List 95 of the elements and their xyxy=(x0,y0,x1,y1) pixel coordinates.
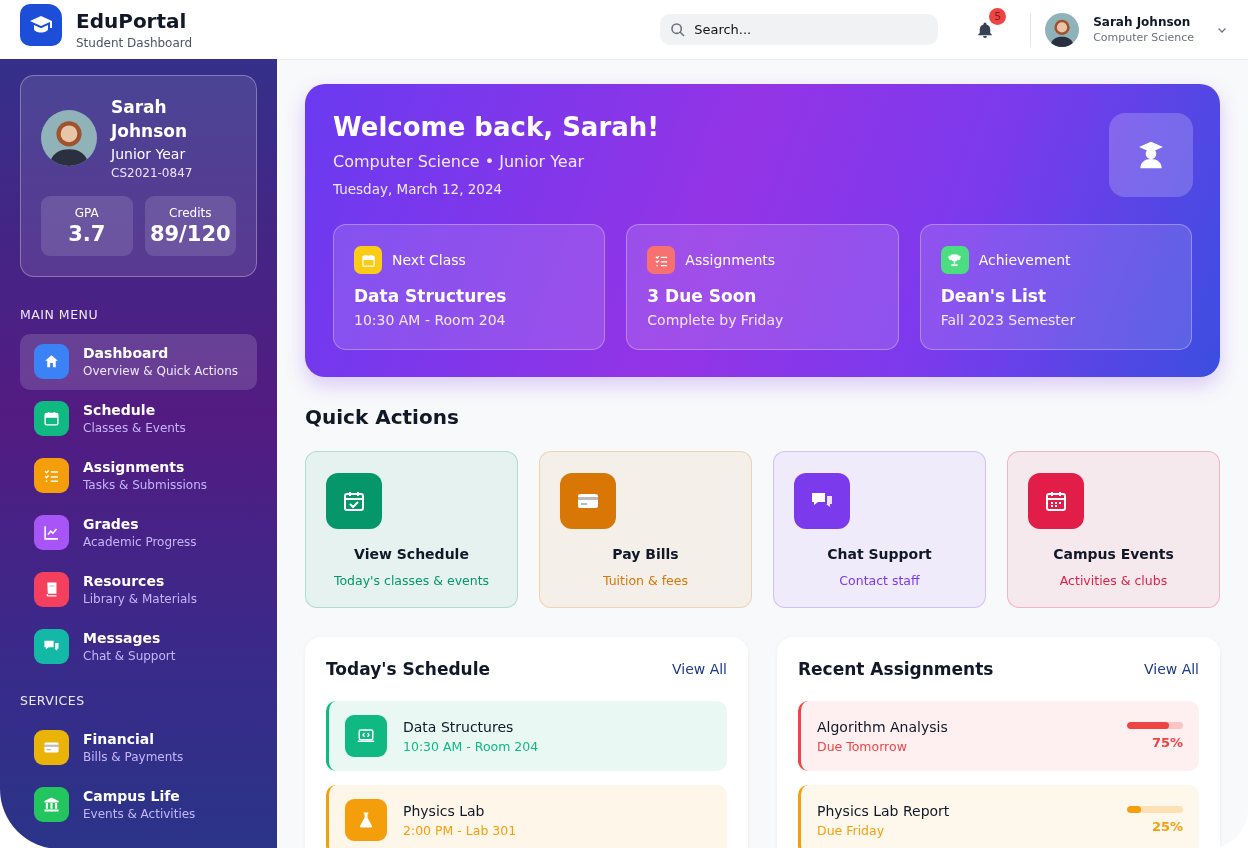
profile-name: Sarah Johnson xyxy=(111,96,189,143)
nav-item[interactable]: Financial Bills & Payments xyxy=(20,719,257,776)
welcome-title: Welcome back, Sarah! xyxy=(333,112,661,142)
panel-title: Today's Schedule xyxy=(326,659,491,679)
nav-item[interactable]: Resources Library & Materials xyxy=(20,561,257,618)
nav-subtitle: Academic Progress xyxy=(83,535,197,550)
action-subtitle: Today's classes & events xyxy=(332,573,491,588)
trophy-icon xyxy=(947,252,963,268)
action-subtitle: Contact staff xyxy=(838,573,921,588)
building-icon xyxy=(43,796,60,814)
schedule-item[interactable]: Data Structures 10:30 AM - Room 204 xyxy=(326,701,727,771)
nav-title: Dashboard xyxy=(83,345,170,362)
search-icon xyxy=(670,21,687,38)
view-all-link[interactable]: View All xyxy=(671,661,727,677)
card-label: Achievement xyxy=(978,252,1071,268)
notification-badge: 5 xyxy=(989,7,1007,25)
nav-subtitle: Overview & Quick Actions xyxy=(83,364,239,379)
laptop-icon xyxy=(357,727,375,745)
card-subtitle: Complete by Friday xyxy=(647,312,785,328)
quick-action-card[interactable]: Chat Support Contact staff xyxy=(773,451,986,608)
nav-item[interactable]: Dashboard Overview & Quick Actions xyxy=(20,333,257,390)
section-heading: SERVICES xyxy=(20,692,86,708)
calendar-icon xyxy=(360,252,376,268)
profile-year: Junior Year xyxy=(111,145,187,162)
assignment-title: Algorithm Analysis xyxy=(817,718,948,735)
card-subtitle: Fall 2023 Semester xyxy=(940,312,1077,328)
quick-action-card[interactable]: View Schedule Today's classes & events xyxy=(305,451,518,608)
class-title: Physics Lab xyxy=(403,802,486,819)
user-subtitle: Computer Science xyxy=(1093,31,1194,44)
card-title: 3 Due Soon xyxy=(647,286,758,306)
nav-subtitle: Classes & Events xyxy=(83,421,186,436)
card-label: Next Class xyxy=(392,252,466,268)
avatar xyxy=(1045,12,1080,47)
action-title: View Schedule xyxy=(353,546,470,562)
nav-title: Grades xyxy=(83,516,140,533)
action-title: Chat Support xyxy=(826,546,933,562)
due-date: Due Tomorrow xyxy=(817,738,908,754)
welcome-date: Tuesday, March 12, 2024 xyxy=(333,181,504,197)
class-title: Data Structures xyxy=(403,718,515,735)
assignment-title: Physics Lab Report xyxy=(817,802,950,819)
checklist-icon xyxy=(43,467,60,485)
nav-title: Financial xyxy=(83,731,156,748)
due-date: Due Friday xyxy=(817,822,886,838)
action-title: Campus Events xyxy=(1052,546,1175,562)
quick-action-card[interactable]: Campus Events Activities & clubs xyxy=(1007,451,1220,608)
calendar-icon xyxy=(1044,489,1068,513)
nav-subtitle: Library & Materials xyxy=(83,592,197,607)
calendar-icon xyxy=(43,410,60,428)
action-subtitle: Activities & clubs xyxy=(1058,573,1169,588)
search-field[interactable]: Search... xyxy=(660,14,939,45)
quick-action-card[interactable]: Pay Bills Tuition & fees xyxy=(539,451,752,608)
action-title: Pay Bills xyxy=(611,546,680,562)
nav-subtitle: Events & Activities xyxy=(83,807,196,822)
stat-value: 3.7 xyxy=(67,221,107,246)
nav-item[interactable]: Grades Academic Progress xyxy=(20,504,257,561)
nav-item[interactable]: Assignments Tasks & Submissions xyxy=(20,447,257,504)
stat-label: Credits xyxy=(168,205,213,220)
progress-percent: 75% xyxy=(1151,735,1183,750)
nav-item[interactable]: Schedule Classes & Events xyxy=(20,390,257,447)
calendar-check-icon xyxy=(342,489,366,513)
view-all-link[interactable]: View All xyxy=(1143,661,1199,677)
assignment-item[interactable]: Algorithm Analysis Due Tomorrow 75% xyxy=(798,701,1199,771)
class-time: 10:30 AM - Room 204 xyxy=(403,738,539,754)
flask-icon xyxy=(357,811,375,829)
nav-title: Assignments xyxy=(83,459,186,476)
schedule-item[interactable]: Physics Lab 2:00 PM - Lab 301 xyxy=(326,785,727,848)
user-name: Sarah Johnson xyxy=(1093,15,1192,29)
card-title: Data Structures xyxy=(354,286,508,306)
card-subtitle: 10:30 AM - Room 204 xyxy=(354,312,507,328)
welcome-subtitle: Computer Science • Junior Year xyxy=(333,152,586,171)
bell-icon[interactable] xyxy=(976,20,995,39)
section-title: Quick Actions xyxy=(305,405,460,429)
action-subtitle: Tuition & fees xyxy=(601,573,690,588)
nav-title: Campus Life xyxy=(83,788,181,805)
assignment-item[interactable]: Physics Lab Report Due Friday 25% xyxy=(798,785,1199,848)
panel-title: Recent Assignments xyxy=(798,659,994,679)
nav-subtitle: Chat & Support xyxy=(83,649,176,664)
stat-value: 89/120 xyxy=(148,221,232,246)
card-label: Assignments xyxy=(685,252,776,268)
brand-title: EduPortal xyxy=(76,9,188,33)
nav-item[interactable]: Messages Chat & Support xyxy=(20,618,257,675)
nav-subtitle: Tasks & Submissions xyxy=(83,478,208,493)
nav-title: Messages xyxy=(83,630,162,647)
nav-title: Schedule xyxy=(83,402,157,419)
nav-subtitle: Bills & Payments xyxy=(83,750,184,765)
student-id: CS2021-0847 xyxy=(111,165,194,180)
line-chart-icon xyxy=(43,524,60,542)
class-time: 2:00 PM - Lab 301 xyxy=(403,822,517,838)
brand-subtitle: Student Dashboard xyxy=(76,36,193,50)
nav-item[interactable]: Campus Life Events & Activities xyxy=(20,776,257,833)
nav-title: Resources xyxy=(83,573,166,590)
stat-label: GPA xyxy=(73,205,100,220)
progress-percent: 25% xyxy=(1151,819,1183,834)
section-heading: MAIN MENU xyxy=(20,306,100,322)
card-title: Dean's List xyxy=(940,286,1048,306)
